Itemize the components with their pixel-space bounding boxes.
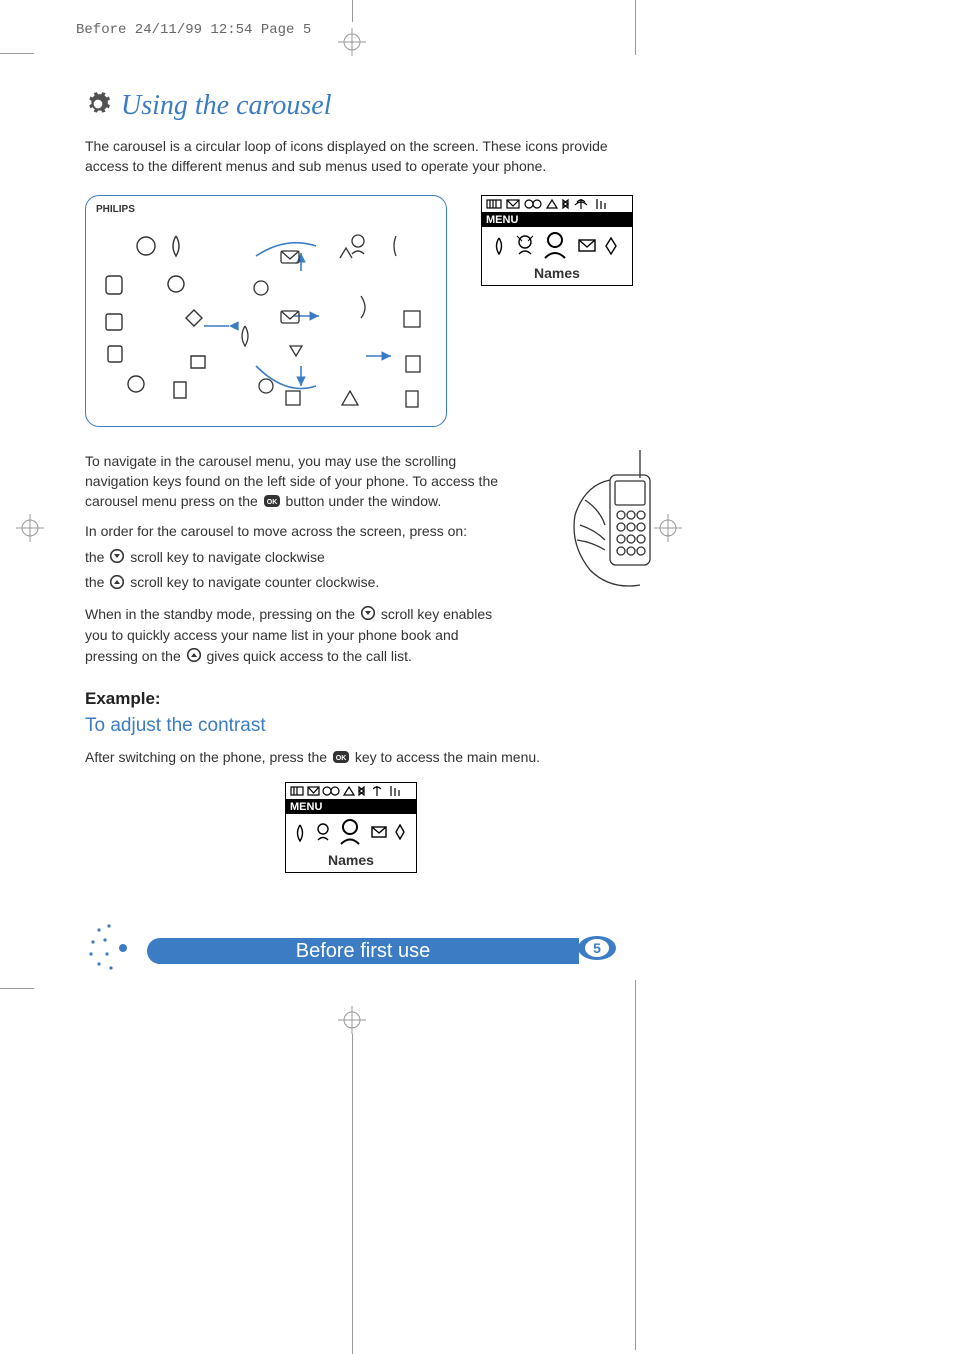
- registration-mark-icon: [654, 514, 682, 542]
- registration-mark-icon: [338, 28, 366, 56]
- text: key to access the main menu.: [351, 749, 540, 765]
- crop-mark: [0, 53, 34, 54]
- example-subheading: To adjust the contrast: [85, 715, 635, 737]
- nav-paragraph: To navigate in the carousel menu, you ma…: [85, 453, 498, 510]
- example-text: After switching on the phone, press the …: [85, 747, 635, 768]
- ok-key-icon: OK: [333, 748, 349, 768]
- standby-paragraph: When in the standby mode, pressing on th…: [85, 604, 505, 667]
- page-title: Using the carousel: [121, 90, 332, 122]
- page-number-badge: 5: [577, 935, 625, 966]
- crop-mark: [352, 0, 353, 22]
- scroll-down-key-icon: [361, 605, 375, 625]
- gear-icon: [85, 91, 111, 122]
- example-heading: Example:: [85, 689, 635, 709]
- screen-item-label: Names: [286, 852, 416, 872]
- text: gives quick access to the call list.: [203, 648, 412, 664]
- text: scroll key to navigate clockwise: [126, 549, 324, 565]
- carousel-diagram: PHILIPS: [85, 195, 447, 427]
- screen-menu-label: MENU: [286, 800, 416, 814]
- text: button under the window.: [282, 493, 442, 509]
- footer-section-label: Before first use: [147, 938, 579, 964]
- crop-mark: [352, 1034, 353, 1354]
- text: the: [85, 574, 108, 590]
- crop-mark: [0, 988, 34, 989]
- crop-mark: [635, 980, 636, 1350]
- text: After switching on the phone, press the: [85, 749, 331, 765]
- phone-screen-illustration: MENU Names: [285, 782, 417, 873]
- status-bar: [482, 196, 632, 213]
- registration-mark-icon: [16, 514, 44, 542]
- scroll-up-key-icon: [187, 647, 201, 667]
- nav-instruction: In order for the carousel to move across…: [85, 521, 505, 541]
- imposition-header: Before 24/11/99 12:54 Page 5: [76, 22, 311, 38]
- screen-item-label: Names: [482, 265, 632, 285]
- screen-carousel-row: [286, 814, 416, 852]
- text: scroll key to navigate counter clockwise…: [126, 574, 379, 590]
- scroll-counterclockwise-line: the scroll key to navigate counter clock…: [85, 572, 505, 593]
- crop-mark: [635, 0, 636, 55]
- scroll-clockwise-line: the scroll key to navigate clockwise: [85, 547, 505, 568]
- phone-screen-illustration: MENU Names: [481, 195, 633, 286]
- scroll-down-key-icon: [110, 548, 124, 568]
- registration-mark-icon: [338, 1006, 366, 1034]
- svg-text:OK: OK: [336, 755, 347, 762]
- text: When in the standby mode, pressing on th…: [85, 606, 359, 622]
- ok-key-icon: OK: [264, 492, 280, 512]
- decorative-dots-icon: [85, 920, 141, 981]
- text: the: [85, 549, 108, 565]
- screen-carousel-row: [482, 227, 632, 265]
- page-number: 5: [593, 940, 601, 956]
- status-bar: [286, 783, 416, 800]
- screen-menu-label: MENU: [482, 213, 632, 227]
- svg-text:OK: OK: [266, 499, 277, 506]
- intro-paragraph: The carousel is a circular loop of icons…: [85, 136, 635, 177]
- scroll-up-key-icon: [110, 574, 124, 594]
